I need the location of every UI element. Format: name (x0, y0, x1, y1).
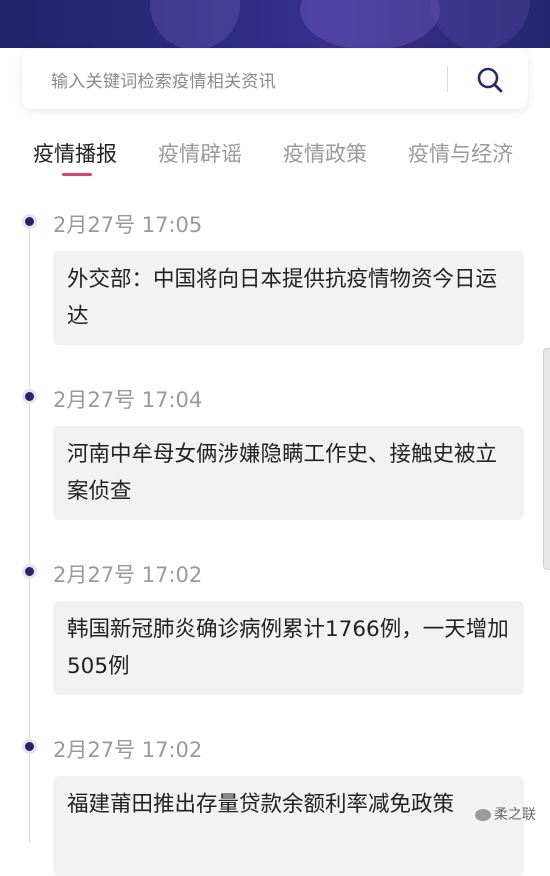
timeline-dot (22, 564, 37, 579)
news-card[interactable]: 外交部：中国将向日本提供抗疫情物资今日运达 (53, 251, 524, 345)
search-input[interactable]: 输入关键词检索疫情相关资讯 (51, 67, 276, 92)
news-card[interactable]: 韩国新冠肺炎确诊病例累计1766例，一天增加505例 (53, 601, 524, 695)
banner-decoration (430, 0, 530, 48)
active-tab-indicator (62, 173, 92, 176)
tab-economy[interactable]: 疫情与经济 (408, 138, 513, 168)
category-tabs: 疫情播报 疫情辟谣 疫情政策 疫情与经济 (0, 138, 550, 180)
timeline-dot (22, 739, 37, 754)
search-icon[interactable] (475, 65, 505, 95)
banner-decoration (300, 0, 440, 48)
news-headline: 外交部：中国将向日本提供抗疫情物资今日运达 (67, 267, 498, 329)
watermark-text: 柔之联 (494, 807, 536, 823)
timeline-dot (22, 389, 37, 404)
news-headline: 河南中牟母女俩涉嫌隐瞒工作史、接触史被立案侦查 (67, 442, 498, 504)
header-banner (0, 0, 550, 48)
search-divider (447, 66, 448, 92)
news-card[interactable]: 福建莆田推出存量贷款余额利率减免政策 (53, 776, 524, 876)
news-time: 2月27号 17:02 (53, 563, 203, 587)
news-headline: 福建莆田推出存量贷款余额利率减免政策 (67, 792, 455, 817)
news-time: 2月27号 17:04 (53, 388, 203, 412)
tab-epidemic-report[interactable]: 疫情播报 (33, 138, 117, 168)
wechat-icon (475, 809, 491, 821)
news-headline: 韩国新冠肺炎确诊病例累计1766例，一天增加505例 (67, 617, 509, 679)
banner-decoration (150, 0, 240, 48)
news-time: 2月27号 17:02 (53, 738, 203, 762)
tab-policy[interactable]: 疫情政策 (283, 138, 367, 168)
tab-rumor-refutation[interactable]: 疫情辟谣 (158, 138, 242, 168)
news-time: 2月27号 17:05 (53, 213, 203, 237)
news-card[interactable]: 河南中牟母女俩涉嫌隐瞒工作史、接触史被立案侦查 (53, 426, 524, 520)
search-bar[interactable]: 输入关键词检索疫情相关资讯 (22, 49, 528, 109)
timeline-dot (22, 214, 37, 229)
watermark: 柔之联 (475, 804, 536, 824)
side-scroll-handle[interactable] (543, 348, 550, 570)
